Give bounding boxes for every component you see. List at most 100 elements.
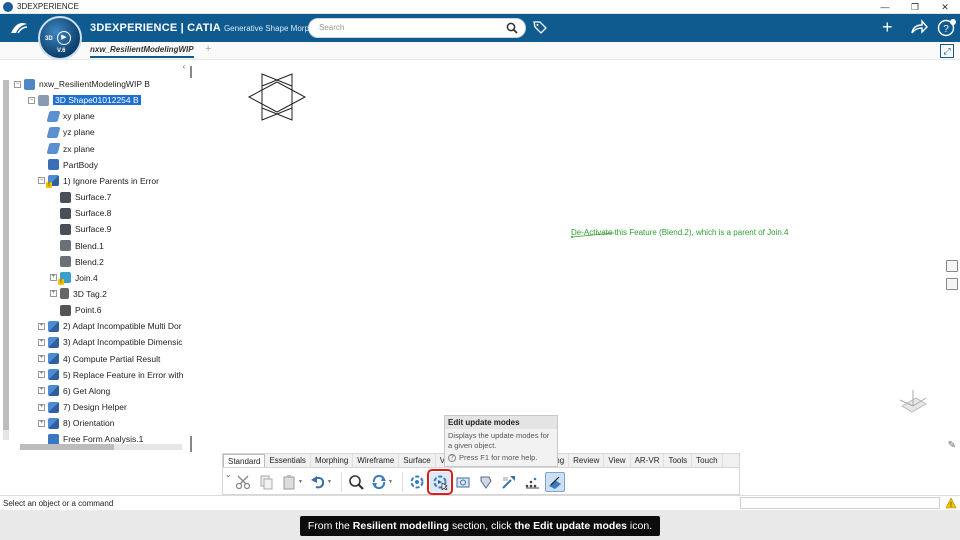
tree-expander[interactable]: − xyxy=(38,177,45,185)
points-icon[interactable] xyxy=(522,472,542,492)
action-tab-0[interactable]: Standard xyxy=(223,454,266,467)
tree-node-p6[interactable]: Point.6 xyxy=(50,303,101,317)
maximize-button[interactable]: ❐ xyxy=(900,0,930,14)
action-tab-8[interactable]: Review xyxy=(569,454,605,467)
tree-node-shape[interactable]: − 3D Shape01012254 B xyxy=(28,93,141,107)
tree-node-s9[interactable]: Surface.9 xyxy=(50,222,111,236)
tree-node-gs2[interactable]: +2) Adapt Incompatible Multi Dor xyxy=(38,319,182,333)
tree-node-label: xy plane xyxy=(63,111,95,122)
search-input[interactable]: Search xyxy=(308,18,526,38)
share-icon[interactable] xyxy=(910,19,928,35)
tree-node-gs5[interactable]: +5) Replace Feature in Error with xyxy=(38,368,183,382)
undo-icon[interactable]: ▼ xyxy=(308,472,334,492)
robot-compass-icon[interactable] xyxy=(896,386,930,416)
zoom-icon[interactable] xyxy=(346,472,366,492)
tree-horizontal-scrollbar[interactable] xyxy=(20,444,182,450)
compass-widget[interactable]: 3D ▶ V.6 xyxy=(38,16,82,60)
tree-node-yz[interactable]: yz plane xyxy=(38,125,95,139)
tree-node-root[interactable]: − nxw_ResilientModelingWIP B xyxy=(14,77,150,91)
action-tab-9[interactable]: View xyxy=(604,454,631,467)
tree-node-b2[interactable]: Blend.2 xyxy=(50,255,104,269)
tree-expander[interactable]: + xyxy=(38,419,45,427)
action-tab-4[interactable]: Surface xyxy=(399,454,436,467)
action-tab-2[interactable]: Morphing xyxy=(311,454,354,467)
replace-icon[interactable] xyxy=(499,472,519,492)
tree-splitter[interactable] xyxy=(190,66,192,78)
tree-node-gs8[interactable]: +8) Orientation xyxy=(38,416,115,430)
tree-expander[interactable]: + xyxy=(38,403,45,411)
action-tab-12[interactable]: Touch xyxy=(692,454,723,467)
tree-node-label: Free Form Analysis.1 xyxy=(63,434,144,445)
tree-node-gs3[interactable]: +3) Adapt Incompatible Dimensic xyxy=(38,335,183,349)
pin-tool-icon[interactable] xyxy=(476,472,496,492)
tree-expander[interactable]: − xyxy=(28,96,35,104)
help-icon[interactable]: ? xyxy=(937,18,957,38)
axis-system-icon xyxy=(247,73,307,121)
tag-icon[interactable] xyxy=(532,19,548,35)
tree-vertical-scrollbar[interactable] xyxy=(3,80,9,440)
tree-node-partbody[interactable]: PartBody xyxy=(38,158,98,172)
tree-node-gs6[interactable]: +6) Get Along xyxy=(38,384,110,398)
minimize-button[interactable]: — xyxy=(870,0,900,14)
tree-expander[interactable]: + xyxy=(50,290,57,298)
new-tab-button[interactable]: + xyxy=(205,43,211,55)
geoset-icon: ! xyxy=(46,175,59,189)
tree-splitter-bottom[interactable] xyxy=(190,436,192,452)
warning-badge-icon: ! xyxy=(46,182,52,189)
action-tab-3[interactable]: Wireframe xyxy=(353,454,400,467)
edit-update-modes-icon[interactable] xyxy=(427,469,453,495)
tree-expander[interactable]: + xyxy=(38,322,45,330)
tree-expander[interactable]: + xyxy=(38,338,45,346)
copy-icon[interactable] xyxy=(256,472,276,492)
blend-icon xyxy=(60,256,71,268)
tree-node-t2[interactable]: +3D Tag.2 xyxy=(50,287,107,301)
tree-expander[interactable]: + xyxy=(38,355,45,363)
close-button[interactable]: ✕ xyxy=(930,0,960,14)
tree-node-s8[interactable]: Surface.8 xyxy=(50,206,111,220)
join-icon: ! xyxy=(58,272,71,286)
tree-node-label: Blend.2 xyxy=(75,256,104,267)
tooltip-description: Displays the update modes for a given ob… xyxy=(448,431,550,450)
tab-document[interactable]: nxw_ResilientModelingWIP xyxy=(90,45,194,58)
command-input[interactable] xyxy=(740,497,940,509)
tree-expander[interactable]: − xyxy=(14,80,21,88)
cut-icon[interactable] xyxy=(233,472,253,492)
collapse-tree-button[interactable]: ‹ xyxy=(179,62,189,72)
resilient-icon[interactable] xyxy=(545,472,565,492)
add-icon[interactable]: + xyxy=(882,17,893,37)
caption-text-2: section, click xyxy=(449,520,515,532)
tree-node-gs7[interactable]: +7) Design Helper xyxy=(38,400,127,414)
update-settings-icon[interactable] xyxy=(407,472,427,492)
action-bar-icons: ▼ ▼ ▼ xyxy=(233,469,568,495)
paste-icon[interactable]: ▼ xyxy=(279,472,305,492)
fit-all-icon[interactable]: ⤢ xyxy=(940,44,954,58)
warning-icon[interactable]: ! xyxy=(945,497,957,509)
tree-node-xy[interactable]: xy plane xyxy=(38,109,95,123)
tree-expander[interactable]: + xyxy=(50,274,57,282)
snapshot-icon[interactable] xyxy=(453,472,473,492)
update-icon[interactable]: ▼ xyxy=(369,472,395,492)
play-icon[interactable]: ▶ xyxy=(57,31,71,45)
geoset-icon xyxy=(48,369,59,381)
app-logo-icon xyxy=(3,1,13,12)
tree-expander[interactable]: + xyxy=(38,387,45,395)
panel-toggle-icon[interactable] xyxy=(946,260,958,272)
search-icon[interactable] xyxy=(506,22,518,34)
feature-annotation[interactable]: De-Activate this Feature (Blend.2), whic… xyxy=(571,228,788,237)
tree-node-j4[interactable]: +! Join.4 xyxy=(50,271,98,286)
action-tab-1[interactable]: Essentials xyxy=(265,454,311,467)
action-tab-10[interactable]: AR-VR xyxy=(631,454,665,467)
tree-node-gs4[interactable]: +4) Compute Partial Result xyxy=(38,352,160,366)
action-tab-11[interactable]: Tools xyxy=(664,454,693,467)
status-text: Select an object or a command xyxy=(3,499,114,508)
action-bar-collapse-icon[interactable]: ⌄ xyxy=(225,470,232,479)
pin-icon[interactable]: ✎ xyxy=(948,440,956,451)
tree-node-b1[interactable]: Blend.1 xyxy=(50,239,104,253)
tree-node-gs1[interactable]: −! 1) Ignore Parents in Error xyxy=(38,174,159,189)
tree-node-zx[interactable]: zx plane xyxy=(38,142,95,156)
tree-node-s7[interactable]: Surface.7 xyxy=(50,190,111,204)
tree-expander[interactable]: + xyxy=(38,371,45,379)
3d-viewport[interactable]: De-Activate this Feature (Blend.2), whic… xyxy=(196,60,960,452)
panel-list-icon[interactable] xyxy=(946,278,958,290)
ds-logo-icon[interactable] xyxy=(8,20,30,36)
